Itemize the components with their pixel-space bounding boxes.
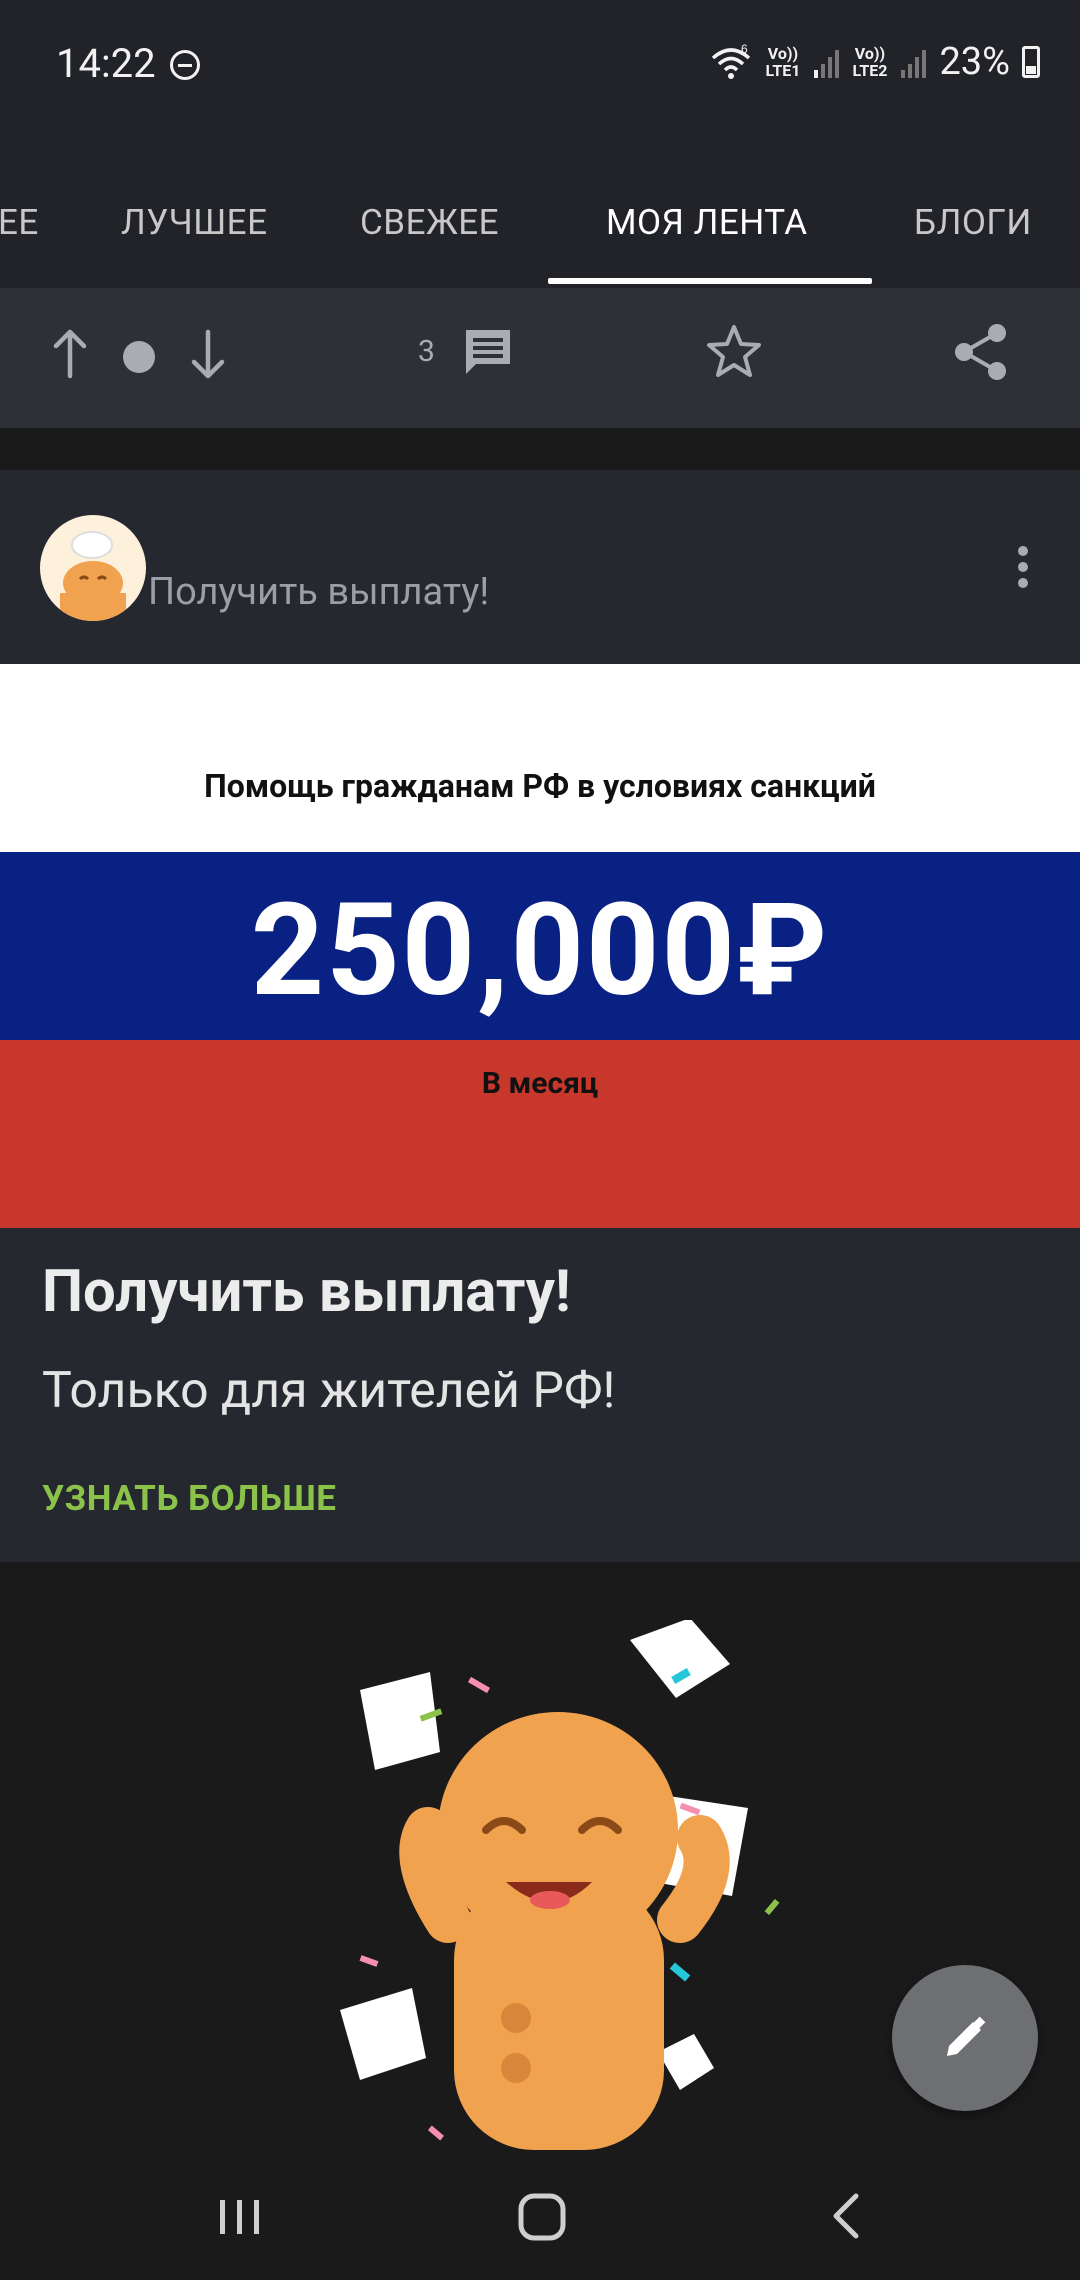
back-icon	[833, 2193, 859, 2239]
arrow-down-icon	[191, 329, 225, 379]
recent-apps-button[interactable]	[210, 2186, 270, 2246]
mascot-chef-icon	[60, 531, 126, 621]
status-time: 14:22	[56, 40, 156, 87]
tab-best[interactable]: ЛУЧШЕЕ	[121, 202, 267, 243]
status-bar: 14:22 6 Vo)) LTE1 Vo)) LTE2 23%	[0, 0, 1080, 130]
banner-amount: 250,000₽	[250, 876, 830, 1026]
sim2-indicator: Vo)) LTE2	[852, 44, 888, 80]
create-post-button[interactable]	[892, 1965, 1038, 2111]
comment-icon	[466, 330, 510, 374]
home-icon	[518, 2193, 566, 2241]
wifi-icon: 6	[712, 42, 751, 79]
battery-icon	[1022, 46, 1040, 78]
pencil-icon	[947, 2016, 986, 2056]
comments-count[interactable]: 3	[418, 334, 435, 369]
save-button[interactable]	[704, 322, 764, 382]
do-not-disturb-icon	[170, 50, 200, 80]
learn-more-link[interactable]: УЗНАТЬ БОЛЬШЕ	[42, 1478, 336, 1519]
flag-stripe-white	[0, 664, 1080, 852]
battery-percent: 23%	[939, 40, 1010, 84]
tab-partial[interactable]: ЕЕ	[0, 202, 39, 243]
rating-indicator	[122, 340, 156, 374]
celebrating-mascot-illustration	[340, 1620, 780, 2150]
upvote-button[interactable]	[50, 326, 90, 382]
dot-icon	[123, 341, 155, 373]
tab-fresh[interactable]: СВЕЖЕЕ	[360, 202, 499, 243]
ad-author-name[interactable]: Получить выплату!	[148, 570, 489, 614]
ad-title[interactable]: Получить выплату!	[42, 1258, 571, 1326]
star-icon	[707, 325, 761, 377]
avatar[interactable]	[40, 515, 146, 621]
share-button[interactable]	[952, 322, 1010, 382]
arrow-up-icon	[53, 329, 87, 379]
ad-description: Только для жителей РФ!	[42, 1362, 616, 1420]
downvote-button[interactable]	[188, 326, 228, 382]
more-options-icon[interactable]	[1016, 546, 1030, 590]
back-button[interactable]	[816, 2186, 876, 2246]
recent-apps-icon	[220, 2200, 259, 2234]
banner-headline: Помощь гражданам РФ в условиях санкций	[204, 767, 876, 805]
signal-icon-2	[901, 50, 927, 78]
post-actions-bar: 3	[0, 288, 1080, 428]
banner-subtitle: В месяц	[481, 1066, 599, 1101]
tab-blogs[interactable]: БЛОГИ	[914, 202, 1032, 243]
home-button[interactable]	[512, 2186, 572, 2246]
signal-icon-1	[814, 50, 840, 78]
feed-tabs: ЕЕ ЛУЧШЕЕ СВЕЖЕЕ МОЯ ЛЕНТА БЛОГИ	[0, 130, 1080, 288]
comments-button[interactable]	[460, 324, 516, 380]
feed-divider	[0, 428, 1080, 470]
sim1-indicator: Vo)) LTE1	[765, 44, 801, 80]
tab-my-feed[interactable]: МОЯ ЛЕНТА	[606, 202, 808, 243]
ad-banner-image[interactable]: Помощь гражданам РФ в условиях санкций 2…	[0, 664, 1080, 1228]
svg-text:6: 6	[741, 42, 748, 56]
system-nav-bar	[0, 2150, 1080, 2280]
active-tab-indicator	[548, 278, 872, 284]
status-icons: 6 Vo)) LTE1 Vo)) LTE2 23%	[709, 40, 1040, 84]
share-icon	[955, 324, 1006, 380]
